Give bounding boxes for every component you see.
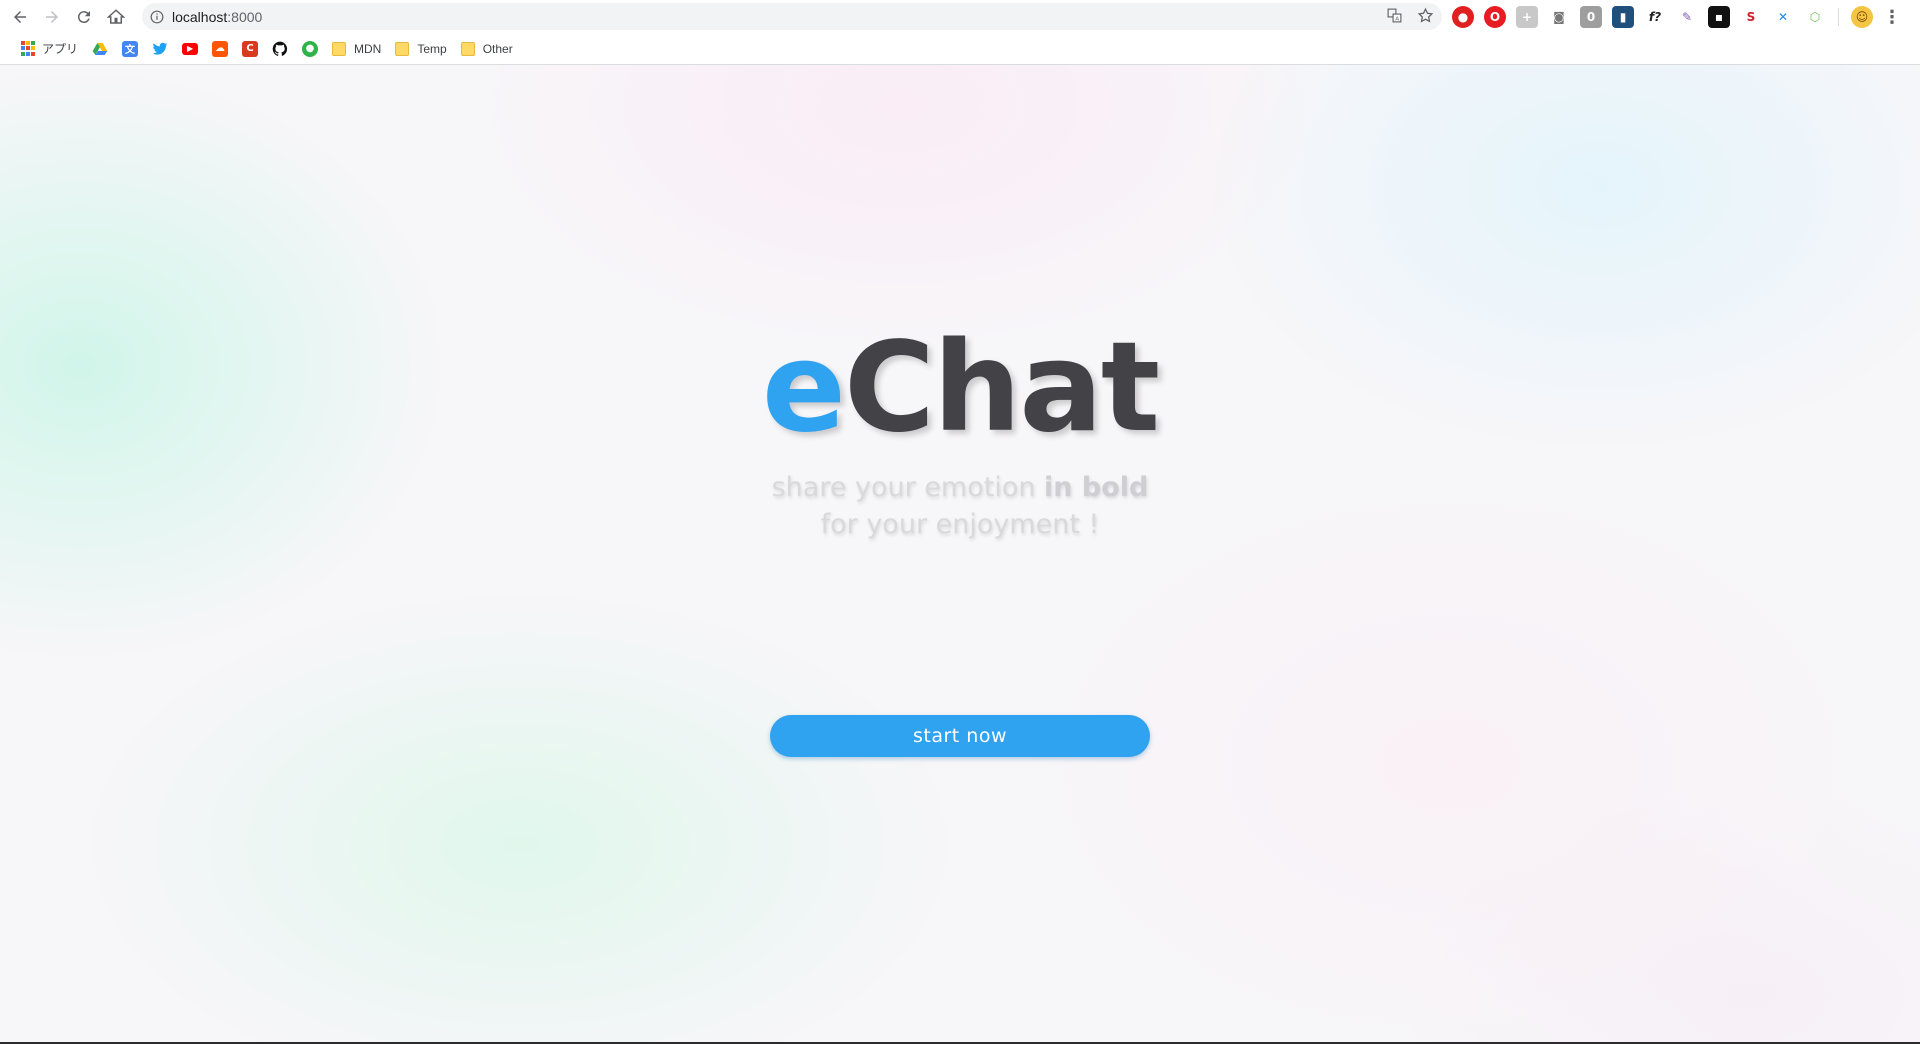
bookmark-google-drive[interactable] xyxy=(85,35,115,63)
home-button[interactable] xyxy=(100,1,132,33)
youtube-icon: ▶ xyxy=(182,42,199,55)
tagline-line-2: for your enjoyment ! xyxy=(820,509,1100,540)
eyedropper-icon[interactable]: ✎ xyxy=(1676,6,1698,28)
extensions-bar: ● O + ◙ 0 ▮ f? ✎ ▪ S ✕ ⬡ ☺ ⋮ xyxy=(1452,5,1901,29)
soundcloud-icon: ☁ xyxy=(212,40,229,57)
back-button[interactable] xyxy=(4,1,36,33)
apps-grid-icon xyxy=(20,40,36,57)
start-now-button[interactable]: start now xyxy=(770,715,1150,757)
tagline: share your emotion in bold for your enjo… xyxy=(0,469,1920,543)
bookmark-soundcloud[interactable]: ☁ xyxy=(205,35,235,63)
folder-icon xyxy=(332,41,347,56)
bookmark-github[interactable] xyxy=(265,35,295,63)
page-viewport: eChat share your emotion in bold for you… xyxy=(0,65,1920,1042)
bookmark-folder-temp[interactable]: Temp xyxy=(388,35,453,63)
node-extension-icon[interactable]: ⬡ xyxy=(1804,6,1826,28)
reload-icon xyxy=(77,10,90,23)
extensions-divider xyxy=(1838,8,1839,26)
twitter-icon xyxy=(152,42,168,55)
bookmark-folder-mdn[interactable]: MDN xyxy=(325,35,388,63)
browser-toolbar: localhost:8000 A ● O + ◙ 0 ▮ f? ✎ ▪ S ✕ … xyxy=(0,0,1920,33)
bookmarks-bar: アプリ 文 ▶ ☁ C ● MDN Temp Other xyxy=(0,33,1920,65)
folder-icon xyxy=(460,41,475,56)
bookmark-label: Temp xyxy=(417,41,447,56)
info-icon[interactable] xyxy=(142,10,172,24)
url-host: localhost xyxy=(172,8,228,25)
bookmark-label: MDN xyxy=(354,41,382,56)
opera-icon[interactable]: O xyxy=(1484,6,1506,28)
c-icon: C xyxy=(242,40,259,57)
bookmark-label: Other xyxy=(482,41,513,56)
star-icon[interactable] xyxy=(1417,7,1434,24)
home-icon xyxy=(107,8,125,24)
bookmark-apps[interactable]: アプリ xyxy=(13,35,85,63)
tagline-text: share your emotion xyxy=(771,472,1045,503)
fonts-extension-icon[interactable]: f? xyxy=(1644,6,1666,28)
bookmark-label: アプリ xyxy=(42,42,79,56)
dark-extension-icon[interactable]: ▪ xyxy=(1708,6,1730,28)
logo-prefix: e xyxy=(761,316,846,460)
bookmark-twitter[interactable] xyxy=(145,35,175,63)
github-icon xyxy=(272,41,288,56)
x-extension-icon[interactable]: ✕ xyxy=(1772,6,1794,28)
bookmark-youtube[interactable]: ▶ xyxy=(175,35,205,63)
red-extension-icon[interactable]: ● xyxy=(1452,6,1474,28)
folder-icon xyxy=(395,41,410,56)
s-extension-icon[interactable]: S xyxy=(1740,6,1762,28)
bookmark-green-globe[interactable]: ● xyxy=(295,35,325,63)
kebab-menu-icon[interactable]: ⋮ xyxy=(1883,7,1901,28)
forward-button[interactable] xyxy=(36,1,68,33)
arrow-right-icon xyxy=(46,10,58,23)
svg-text:A: A xyxy=(1395,16,1399,22)
arrow-left-icon xyxy=(14,10,26,23)
green-globe-icon: ● xyxy=(302,40,319,57)
tagline-bold-text: in bold xyxy=(1044,472,1149,503)
url-text: localhost:8000 xyxy=(172,9,262,25)
google-translate-icon: 文 xyxy=(122,40,139,57)
bookmark-c[interactable]: C xyxy=(235,35,265,63)
address-bar[interactable]: localhost:8000 A xyxy=(142,3,1442,30)
google-drive-icon xyxy=(92,42,108,55)
book-extension-icon[interactable]: ▮ xyxy=(1612,6,1634,28)
url-port: :8000 xyxy=(227,8,263,25)
profile-avatar[interactable]: ☺ xyxy=(1851,6,1873,28)
camera-icon[interactable]: ◙ xyxy=(1548,6,1570,28)
gray-extension-icon[interactable]: 0 xyxy=(1580,6,1602,28)
bookmark-folder-other[interactable]: Other xyxy=(454,35,520,63)
tagline-line-1: share your emotion in bold xyxy=(0,469,1920,506)
reload-button[interactable] xyxy=(68,1,100,33)
translate-icon[interactable]: A xyxy=(1386,7,1403,24)
logo-wordmark: Chat xyxy=(843,316,1160,460)
plus-extension-icon[interactable]: + xyxy=(1516,6,1538,28)
echat-logo: eChat xyxy=(0,326,1920,450)
bookmark-google-translate[interactable]: 文 xyxy=(115,35,145,63)
